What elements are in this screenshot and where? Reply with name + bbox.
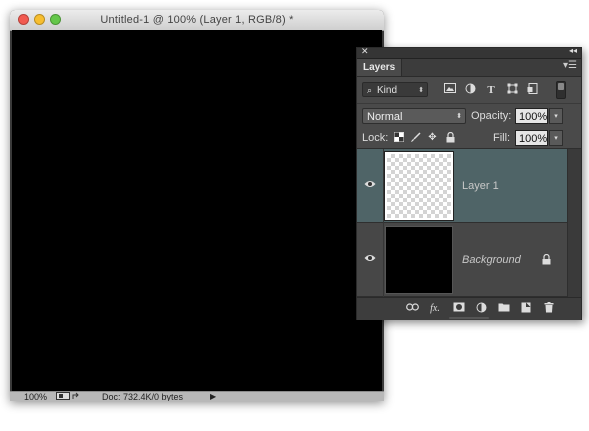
share-icon	[72, 392, 79, 399]
lock-position-icon[interactable]: ✥	[427, 132, 438, 144]
layers-list: Layer 1 Background	[357, 149, 581, 297]
lock-transparent-pixels-icon[interactable]	[393, 132, 404, 144]
document-size: Doc: 732.4K/0 bytes	[102, 392, 184, 401]
layer-thumbnail	[385, 226, 453, 294]
blend-mode-select[interactable]: Normal ⬍	[362, 108, 466, 124]
lock-row: Lock: ✥ Fill: 100% ▾	[357, 128, 581, 149]
collapse-icon[interactable]: ◂◂	[569, 46, 577, 55]
panel-header[interactable]: ✕ ◂◂	[357, 46, 581, 59]
lock-image-pixels-icon[interactable]	[410, 132, 421, 144]
status-bar: 100% Doc: 732.4K/0 bytes ▶	[10, 391, 384, 401]
blend-mode-value: Normal	[367, 111, 403, 123]
layer-thumbnail	[384, 151, 454, 221]
status-icons	[56, 392, 81, 401]
blend-row: Normal ⬍ Opacity: 100% ▾	[357, 104, 581, 127]
add-mask-icon[interactable]	[452, 302, 466, 315]
tab-layers[interactable]: Layers	[357, 59, 403, 76]
proof-icon	[56, 392, 70, 400]
layer-name[interactable]: Layer 1	[462, 180, 499, 192]
fill-input[interactable]: 100%	[515, 130, 548, 146]
smart-object-filter-icon[interactable]	[525, 83, 539, 97]
fill-dropdown-icon[interactable]: ▾	[549, 130, 563, 146]
link-layers-icon[interactable]	[405, 302, 419, 315]
lock-all-icon[interactable]	[445, 131, 456, 144]
search-icon: ⌕	[367, 85, 373, 95]
resize-handle[interactable]	[449, 317, 489, 319]
document-titlebar[interactable]: Untitled-1 @ 100% (Layer 1, RGB/8) *	[10, 10, 384, 31]
stepper-icon: ⬍	[456, 113, 462, 120]
image-filter-icon[interactable]	[443, 83, 457, 97]
panel-menu-icon[interactable]: ▾☰	[563, 60, 577, 71]
layer-row-layer-1[interactable]: Layer 1	[357, 149, 567, 223]
fill-label: Fill:	[493, 132, 511, 144]
new-group-icon[interactable]	[497, 302, 511, 315]
layer-row-background[interactable]: Background	[357, 223, 567, 297]
panel-footer: fx.	[357, 297, 581, 320]
layers-scrollbar[interactable]	[567, 149, 581, 297]
filter-toggle[interactable]	[556, 81, 566, 99]
zoom-level[interactable]: 100%	[24, 392, 47, 401]
opacity-label: Opacity:	[471, 110, 512, 122]
layers-panel: ✕ ◂◂ Layers ▾☰ ⌕ Kind ⬍ T Normal ⬍ Opaci…	[356, 46, 582, 320]
document-window: Untitled-1 @ 100% (Layer 1, RGB/8) * 100…	[10, 10, 384, 401]
panel-tabbar: Layers ▾☰	[357, 59, 581, 77]
stepper-icon: ⬍	[418, 87, 424, 94]
trash-icon[interactable]	[542, 302, 556, 315]
opacity-input[interactable]: 100%	[515, 108, 548, 124]
adjustment-filter-icon[interactable]	[463, 83, 477, 97]
kind-filter-select[interactable]: ⌕ Kind ⬍	[362, 82, 428, 97]
close-icon[interactable]: ✕	[361, 46, 369, 57]
adjustment-layer-icon[interactable]	[474, 302, 488, 315]
type-filter-icon[interactable]: T	[484, 83, 498, 97]
status-menu-arrow-icon[interactable]: ▶	[210, 392, 216, 401]
fx-icon[interactable]: fx.	[428, 302, 442, 315]
opacity-dropdown-icon[interactable]: ▾	[549, 108, 563, 124]
lock-label: Lock:	[362, 132, 389, 144]
new-layer-icon[interactable]	[519, 302, 533, 315]
kind-label: Kind	[377, 85, 398, 96]
canvas[interactable]	[12, 30, 382, 391]
shape-filter-icon[interactable]	[505, 83, 519, 97]
eye-icon[interactable]	[364, 179, 376, 189]
filter-row: ⌕ Kind ⬍ T	[357, 77, 581, 104]
document-title: Untitled-1 @ 100% (Layer 1, RGB/8) *	[100, 14, 294, 26]
visibility-column[interactable]	[357, 149, 384, 223]
lock-icon	[542, 253, 551, 267]
eye-icon[interactable]	[364, 253, 376, 263]
visibility-column[interactable]	[357, 223, 384, 297]
layer-name[interactable]: Background	[462, 254, 521, 266]
